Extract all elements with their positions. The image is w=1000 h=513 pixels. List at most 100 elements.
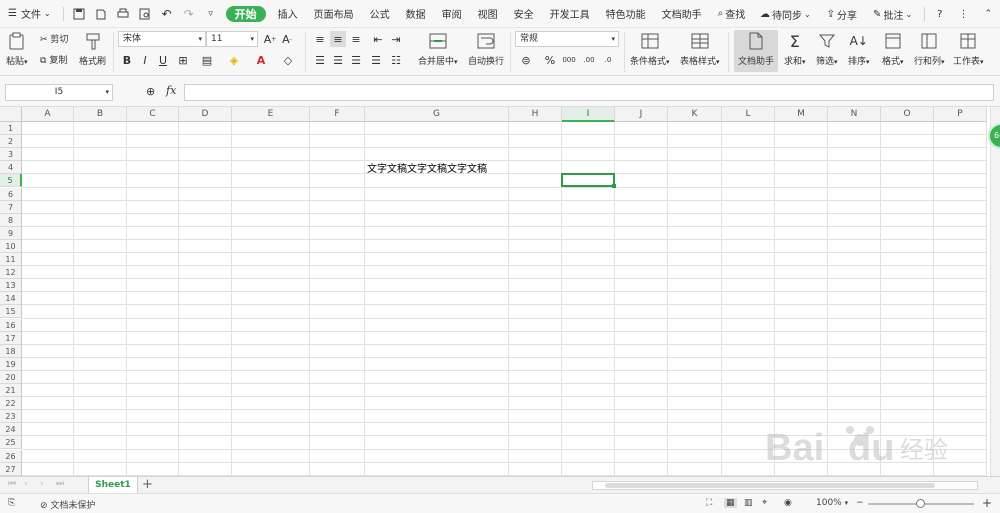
- sync-button[interactable]: ☁ 待同步 ⌄: [752, 0, 819, 28]
- zoom-in-button[interactable]: +: [982, 496, 992, 510]
- column-header-j[interactable]: J: [615, 107, 668, 122]
- font-color-icon[interactable]: A: [253, 52, 269, 68]
- column-header-e[interactable]: E: [232, 107, 310, 122]
- row-header-10[interactable]: 10: [0, 239, 22, 253]
- align-top-icon[interactable]: ≡: [312, 31, 328, 47]
- zoom-search-icon[interactable]: ⊕: [146, 85, 155, 98]
- row-header-23[interactable]: 23: [0, 410, 22, 424]
- distribute-icon[interactable]: ☷: [388, 52, 404, 68]
- search-button[interactable]: ⌕ 查找: [710, 0, 754, 28]
- tab-insert[interactable]: 插入: [270, 0, 306, 28]
- row-header-9[interactable]: 9: [0, 226, 22, 240]
- tab-features[interactable]: 特色功能: [598, 0, 654, 28]
- row-header-5[interactable]: 5: [0, 174, 22, 188]
- column-header-m[interactable]: M: [775, 107, 828, 122]
- horizontal-scrollbar[interactable]: [592, 481, 978, 490]
- italic-icon[interactable]: I: [137, 52, 153, 68]
- row-header-27[interactable]: 27: [0, 462, 22, 476]
- number-format-select[interactable]: 常规 ▾: [515, 31, 619, 47]
- column-header-l[interactable]: L: [722, 107, 775, 122]
- justify-icon[interactable]: ☰: [368, 52, 384, 68]
- tab-developer[interactable]: 开发工具: [542, 0, 598, 28]
- underline-icon[interactable]: U: [155, 52, 171, 68]
- help-button[interactable]: ?: [929, 0, 950, 28]
- protection-status[interactable]: ⊘ 文档未保护: [40, 498, 95, 511]
- column-header-k[interactable]: K: [668, 107, 722, 122]
- undo-icon[interactable]: ↶: [156, 0, 178, 28]
- fx-button[interactable]: fx: [166, 84, 176, 97]
- row-header-7[interactable]: 7: [0, 200, 22, 214]
- fullscreen-icon[interactable]: ⛶: [706, 498, 712, 508]
- cell-g4[interactable]: 文字文稿文字文稿文字文稿: [367, 160, 487, 175]
- font-shrink-icon[interactable]: A-: [279, 31, 295, 47]
- align-middle-icon[interactable]: ≡: [330, 31, 346, 47]
- tab-doc-assistant[interactable]: 文档助手: [654, 0, 710, 28]
- export-icon[interactable]: [90, 0, 112, 28]
- font-size-select[interactable]: 11 ▾: [206, 31, 258, 47]
- copy-button[interactable]: ⧉ 复制: [40, 53, 67, 66]
- save-icon[interactable]: [68, 0, 90, 28]
- row-header-18[interactable]: 18: [0, 344, 22, 358]
- more-button[interactable]: ⋮: [950, 0, 976, 28]
- row-header-20[interactable]: 20: [0, 370, 22, 384]
- row-header-1[interactable]: 1: [0, 122, 22, 136]
- column-header-d[interactable]: D: [179, 107, 232, 122]
- active-cell-i5[interactable]: [561, 173, 616, 189]
- add-sheet-button[interactable]: +: [142, 478, 153, 492]
- column-header-p[interactable]: P: [934, 107, 987, 122]
- last-sheet-icon[interactable]: ⏭: [56, 479, 64, 489]
- format-painter-button[interactable]: 格式刷: [79, 30, 106, 67]
- sort-button[interactable]: A↓ 排序▾: [848, 30, 870, 67]
- align-left-icon[interactable]: ☰: [312, 52, 328, 68]
- fill-handle[interactable]: [612, 184, 616, 189]
- decrease-decimal-icon[interactable]: .0: [600, 52, 616, 68]
- row-header-22[interactable]: 22: [0, 397, 22, 411]
- row-header-13[interactable]: 13: [0, 279, 22, 293]
- row-header-11[interactable]: 11: [0, 253, 22, 267]
- currency-icon[interactable]: ⊜: [518, 52, 534, 68]
- row-header-25[interactable]: 25: [0, 436, 22, 450]
- row-header-24[interactable]: 24: [0, 423, 22, 437]
- increase-decimal-icon[interactable]: .00: [581, 52, 597, 68]
- merge-center-button[interactable]: 合并居中▾: [418, 30, 458, 67]
- fill-style-icon[interactable]: ▤: [199, 52, 215, 68]
- macro-record-icon[interactable]: ⎘: [8, 498, 15, 508]
- column-header-n[interactable]: N: [828, 107, 881, 122]
- tab-security[interactable]: 安全: [506, 0, 542, 28]
- cut-button[interactable]: ✂ 剪切: [40, 32, 68, 45]
- row-header-6[interactable]: 6: [0, 187, 22, 201]
- comment-button[interactable]: ✎ 批注 ⌄: [865, 0, 920, 28]
- normal-view-icon[interactable]: ▦: [724, 498, 737, 508]
- row-header-2[interactable]: 2: [0, 135, 22, 149]
- doc-assistant-button[interactable]: 文档助手: [734, 30, 778, 72]
- thousands-icon[interactable]: 000: [561, 52, 577, 68]
- border-icon[interactable]: ⊞: [175, 52, 191, 68]
- row-header-16[interactable]: 16: [0, 318, 22, 332]
- worksheet-button[interactable]: 工作表▾: [953, 30, 984, 67]
- clear-format-icon[interactable]: ◇: [280, 52, 296, 68]
- percent-icon[interactable]: %: [542, 52, 558, 68]
- format-button[interactable]: 格式▾: [882, 30, 904, 67]
- redo-icon[interactable]: ↷: [178, 0, 200, 28]
- indent-increase-icon[interactable]: ⇥: [388, 31, 404, 47]
- zoom-level[interactable]: 100% ▾: [816, 498, 848, 508]
- row-header-3[interactable]: 3: [0, 148, 22, 162]
- page-break-view-icon[interactable]: ▥: [744, 498, 753, 508]
- tab-view[interactable]: 视图: [470, 0, 506, 28]
- share-button[interactable]: ⇪ 分享: [819, 0, 865, 28]
- column-header-b[interactable]: B: [74, 107, 127, 122]
- row-header-14[interactable]: 14: [0, 292, 22, 306]
- name-box[interactable]: I5 ▾: [5, 84, 113, 101]
- column-header-g[interactable]: G: [365, 107, 509, 122]
- font-name-select[interactable]: 宋体 ▾: [118, 31, 206, 47]
- row-header-17[interactable]: 17: [0, 331, 22, 345]
- conditional-format-button[interactable]: 条件格式▾: [630, 30, 670, 67]
- table-style-button[interactable]: 表格样式▾: [680, 30, 720, 67]
- font-grow-icon[interactable]: A +: [262, 31, 278, 47]
- print-icon[interactable]: [112, 0, 134, 28]
- row-header-8[interactable]: 8: [0, 213, 22, 227]
- zoom-slider[interactable]: [868, 499, 974, 508]
- column-header-o[interactable]: O: [881, 107, 934, 122]
- row-header-19[interactable]: 19: [0, 357, 22, 371]
- formula-input[interactable]: [184, 84, 994, 101]
